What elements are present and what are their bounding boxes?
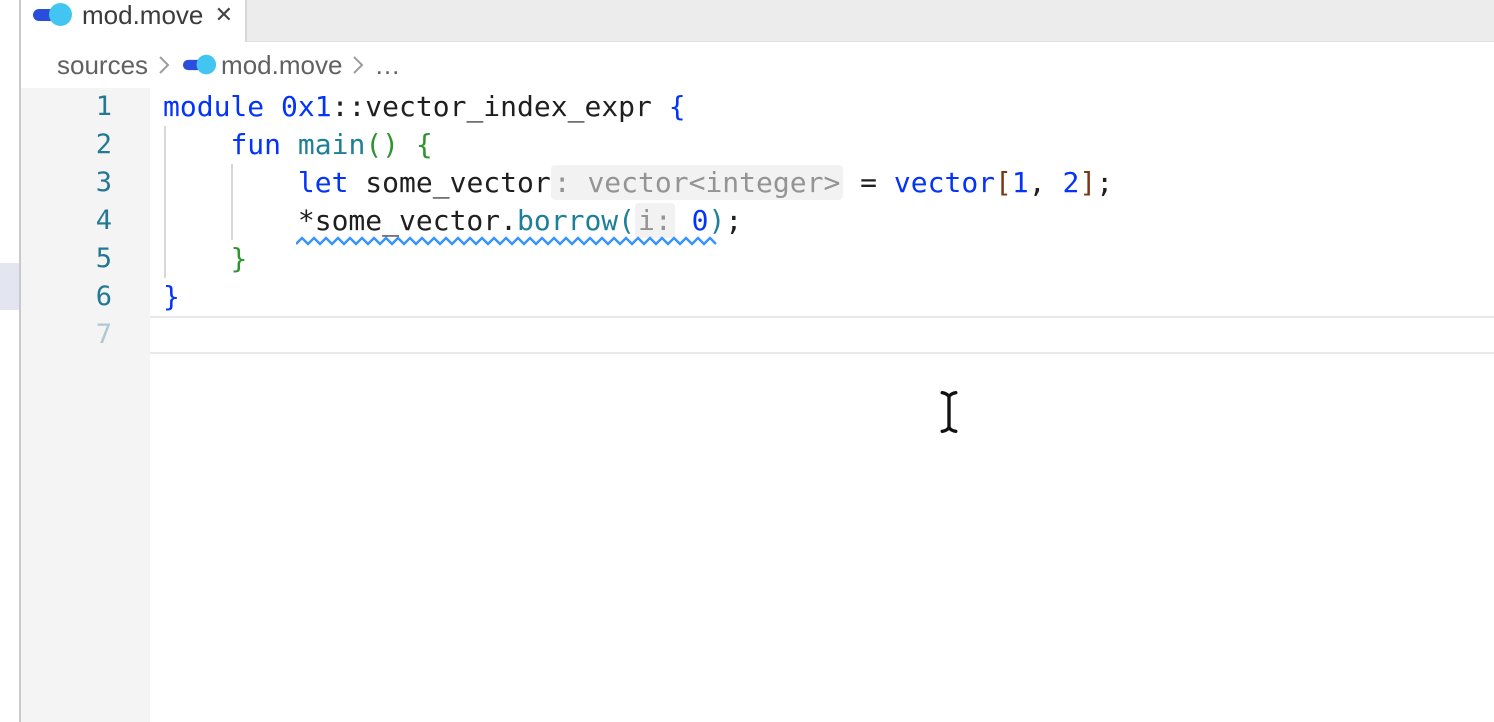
tab-bar: mod.move ✕ <box>21 0 1494 42</box>
code-line[interactable]: let some_vector: vector<integer> = vecto… <box>163 164 1494 202</box>
code-token: } <box>230 242 247 275</box>
code-token: , <box>1029 166 1063 199</box>
adjacent-pane-edge <box>0 0 19 722</box>
editor-group: mod.move ✕ sources mod.move … 1234567 mo… <box>21 0 1494 722</box>
code-token: 2 <box>1062 166 1079 199</box>
code-line[interactable]: fun main() { <box>163 126 1494 164</box>
code-line[interactable]: *some_vector.borrow(i: 0); <box>163 202 1494 240</box>
code-token: vector <box>894 166 995 199</box>
code-token <box>163 242 230 275</box>
code-token: { <box>669 90 686 123</box>
code-token: fun <box>230 128 297 161</box>
info-squiggle-underline <box>296 236 720 246</box>
code-token: *some_vector. <box>163 204 517 237</box>
code-token <box>675 204 692 237</box>
code-token: borrow <box>517 204 618 237</box>
code-line[interactable]: } <box>163 278 1494 316</box>
code-token: 0 <box>692 204 709 237</box>
move-file-icon <box>183 54 216 76</box>
tab-label: mod.move <box>82 0 203 31</box>
code-token <box>163 128 230 161</box>
move-file-icon <box>33 2 72 28</box>
tab-bar-empty-space <box>247 0 1494 42</box>
code-token: ; <box>725 204 742 237</box>
breadcrumb-item-sources[interactable]: sources <box>57 50 148 81</box>
line-number[interactable]: 6 <box>21 278 150 316</box>
code-token: let <box>298 166 365 199</box>
code-token <box>163 166 298 199</box>
code-token: ( <box>618 204 635 237</box>
code-line[interactable] <box>163 316 1494 354</box>
code-token: module <box>163 90 281 123</box>
code-line[interactable]: module 0x1::vector_index_expr { <box>163 88 1494 126</box>
code-token: 1 <box>1012 166 1029 199</box>
line-number[interactable]: 3 <box>21 164 150 202</box>
chevron-right-icon <box>351 54 365 76</box>
code-token: [ <box>995 166 1012 199</box>
line-number[interactable]: 7 <box>21 316 150 354</box>
code-token: = <box>843 166 894 199</box>
code-token: main <box>298 128 365 161</box>
line-number[interactable]: 4 <box>21 202 150 240</box>
code-token: ] <box>1079 166 1096 199</box>
code-token: ::vector_index_expr <box>332 90 669 123</box>
code-token: () <box>365 128 399 161</box>
chevron-right-icon <box>157 54 171 76</box>
code-token: } <box>163 280 180 313</box>
tab-mod-move[interactable]: mod.move ✕ <box>21 0 247 42</box>
code-area[interactable]: module 0x1::vector_index_expr { fun main… <box>150 88 1494 722</box>
line-number[interactable]: 5 <box>21 240 150 278</box>
code-token: 0x1 <box>281 90 332 123</box>
breadcrumb-item-symbol-ellipsis[interactable]: … <box>374 50 400 81</box>
code-token: { <box>416 128 433 161</box>
vscode-window: mod.move ✕ sources mod.move … 1234567 mo… <box>0 0 1494 722</box>
adjacent-pane-scroll-thumb[interactable] <box>0 263 19 310</box>
line-number[interactable]: 1 <box>21 88 150 126</box>
line-number[interactable]: 2 <box>21 126 150 164</box>
close-icon[interactable]: ✕ <box>213 2 235 28</box>
breadcrumb: sources mod.move … <box>21 42 1494 88</box>
code-token <box>399 128 416 161</box>
inlay-hint: : vector<integer> <box>551 165 844 200</box>
code-token: ) <box>708 204 725 237</box>
code-token: some_vector <box>365 166 550 199</box>
editor-gutter: 1234567 <box>21 88 150 722</box>
code-editor: 1234567 module 0x1::vector_index_expr { … <box>21 88 1494 722</box>
code-token: ; <box>1096 166 1113 199</box>
breadcrumb-item-file[interactable]: mod.move <box>221 50 342 81</box>
inlay-hint: i: <box>635 203 675 238</box>
